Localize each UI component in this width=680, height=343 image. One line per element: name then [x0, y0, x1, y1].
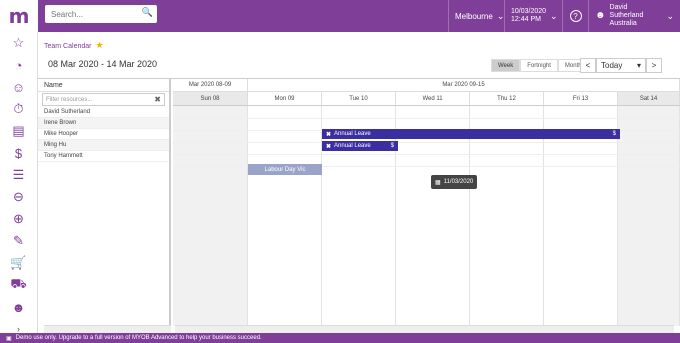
- day-header[interactable]: Tue 10: [322, 92, 396, 106]
- holiday-labour-day[interactable]: Labour Day Vic: [248, 164, 322, 175]
- help-icon: ?: [569, 10, 582, 22]
- view-switcher: Week Fortnight Month: [491, 59, 589, 72]
- fortnight-view-button[interactable]: Fortnight: [520, 59, 558, 72]
- date-tooltip: ▦ 11/03/2020: [431, 175, 478, 189]
- demo-footer: ▣ Demo use only. Upgrade to a full versi…: [0, 333, 680, 343]
- event-annual-leave[interactable]: ✖ Annual Leave $: [322, 129, 620, 139]
- week-view-button[interactable]: Week: [491, 59, 521, 72]
- next-button[interactable]: >: [646, 58, 662, 73]
- help-button[interactable]: ?: [562, 0, 588, 32]
- day-column[interactable]: [322, 106, 396, 326]
- inventory-icon[interactable]: ☰: [0, 164, 37, 186]
- user-menu[interactable]: ☻ David Sutherland Australia ⌄: [588, 0, 680, 32]
- resource-row[interactable]: David Sutherland: [38, 107, 169, 118]
- user-icon[interactable]: ☺: [0, 76, 37, 98]
- today-button[interactable]: Today ▾: [596, 58, 646, 73]
- plus-circle-icon[interactable]: ⊕: [0, 208, 37, 230]
- event-label: Annual Leave: [334, 131, 371, 137]
- search-input[interactable]: [51, 9, 141, 19]
- day-column[interactable]: [248, 106, 322, 326]
- calendar-scrollbar[interactable]: [175, 325, 674, 333]
- chevron-down-icon: ⌄: [550, 11, 558, 21]
- row-divider: [173, 154, 680, 155]
- filter-resources-input[interactable]: Filter resources... ✖: [42, 93, 165, 106]
- filter-placeholder: Filter resources...: [46, 96, 93, 103]
- week-header: Mar 2020 09-15: [248, 79, 680, 92]
- breadcrumb: Team Calendar ★: [44, 40, 104, 51]
- day-column[interactable]: [396, 106, 470, 326]
- search-icon[interactable]: 🔍: [142, 7, 153, 18]
- location-selector[interactable]: Melbourne ⌄: [448, 0, 504, 32]
- calendar-grid: Name Filter resources... ✖ David Sutherl…: [38, 78, 680, 326]
- truck-icon[interactable]: ⛟: [0, 274, 37, 296]
- dashboard-icon[interactable]: ◔: [0, 54, 37, 76]
- search-box[interactable]: 🔍: [45, 5, 157, 23]
- cost-icon: $: [612, 131, 616, 137]
- cart-icon[interactable]: 🛒: [0, 252, 37, 274]
- user-icon: ☻: [595, 10, 606, 21]
- day-column[interactable]: [470, 106, 544, 326]
- app-logo[interactable]: m: [0, 0, 38, 32]
- favorites-icon[interactable]: ☆: [0, 32, 37, 54]
- today-label: Today: [601, 61, 623, 70]
- event-annual-leave[interactable]: ✖ Annual Leave $: [322, 141, 398, 151]
- chevron-down-icon: ⌄: [666, 11, 674, 21]
- clear-filter-icon[interactable]: ✖: [154, 95, 161, 104]
- cost-icon: $: [390, 143, 394, 149]
- footer-text: Demo use only. Upgrade to a full version…: [15, 335, 262, 341]
- event-label: Annual Leave: [334, 143, 371, 149]
- close-icon[interactable]: ✖: [326, 143, 331, 150]
- team-icon[interactable]: ☻: [0, 296, 37, 318]
- resource-list: David Sutherland Irene Brown Mike Hooper Mi…: [38, 107, 169, 162]
- date-navigation: < Today ▾ >: [580, 58, 662, 73]
- row-divider: [173, 142, 680, 143]
- calendar-icon: ▦: [435, 179, 441, 186]
- caret-down-icon: ▾: [636, 61, 641, 70]
- location-label: Melbourne: [455, 11, 493, 21]
- day-header[interactable]: Wed 11: [396, 92, 470, 106]
- user-location: Australia: [609, 20, 637, 27]
- timer-icon[interactable]: ⏱: [0, 98, 37, 120]
- resource-row[interactable]: Tony Hammett: [38, 151, 169, 162]
- current-time: 12:44 PM: [511, 16, 541, 23]
- day-column[interactable]: [618, 106, 680, 326]
- day-header[interactable]: Sat 14: [618, 92, 680, 106]
- day-header[interactable]: Sun 08: [173, 92, 248, 106]
- favorite-star-icon[interactable]: ★: [95, 40, 103, 50]
- breadcrumb-team-calendar[interactable]: Team Calendar: [44, 43, 91, 50]
- tooltip-date: 11/03/2020: [443, 179, 474, 185]
- resource-row[interactable]: Mike Hooper: [38, 129, 169, 140]
- main-content: Team Calendar ★ 08 Mar 2020 - 14 Mar 2020…: [38, 32, 680, 333]
- day-column[interactable]: [173, 106, 248, 326]
- week-header: Mar 2020 08-09: [173, 79, 248, 92]
- user-name: David Sutherland: [609, 4, 644, 19]
- minus-circle-icon[interactable]: ⊖: [0, 186, 37, 208]
- date-time-selector[interactable]: 10/03/2020 12:44 PM ⌄: [504, 0, 562, 32]
- resource-row[interactable]: Irene Brown: [38, 118, 169, 129]
- day-header[interactable]: Mon 09: [248, 92, 322, 106]
- resource-scrollbar[interactable]: [44, 325, 171, 333]
- day-header[interactable]: Thu 12: [470, 92, 544, 106]
- dollar-icon[interactable]: $: [0, 142, 37, 164]
- resource-column-header: Name: [38, 79, 169, 92]
- edit-icon[interactable]: ✎: [0, 230, 37, 252]
- calendar-timeline: Mar 2020 08-09 Mar 2020 09-15 Sun 08 Mon …: [173, 79, 680, 326]
- row-divider: [173, 118, 680, 119]
- document-icon[interactable]: ▤: [0, 120, 37, 142]
- resource-panel: Name Filter resources... ✖ David Sutherl…: [38, 79, 171, 326]
- prev-button[interactable]: <: [580, 58, 596, 73]
- sidebar: ☆ ◔ ☺ ⏱ ▤ $ ☰ ⊖ ⊕ ✎ 🛒 ⛟ ☻ ›: [0, 32, 38, 334]
- resource-row[interactable]: Ming Hu: [38, 140, 169, 151]
- current-date: 10/03/2020: [511, 8, 547, 15]
- day-header[interactable]: Fri 13: [544, 92, 618, 106]
- top-bar: m 🔍 Melbourne ⌄ 10/03/2020 12:44 PM ⌄ ? …: [0, 0, 680, 32]
- date-range-title: 08 Mar 2020 - 14 Mar 2020: [48, 59, 158, 69]
- info-icon: ▣: [6, 335, 12, 342]
- close-icon[interactable]: ✖: [326, 131, 331, 138]
- day-column[interactable]: [544, 106, 618, 326]
